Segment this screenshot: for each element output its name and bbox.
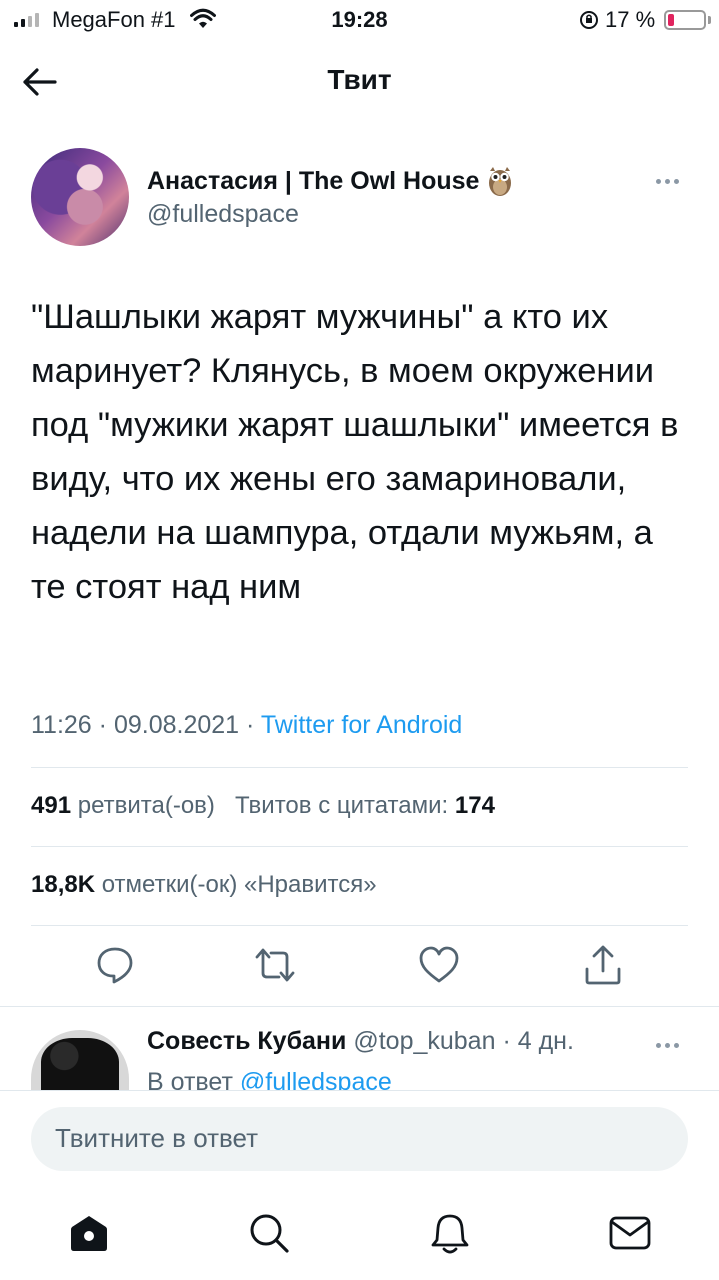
likes-stats-row[interactable]: 18,8K отметки(-ок) «Нравится» xyxy=(31,871,377,899)
share-button[interactable] xyxy=(578,940,628,990)
page-title: Твит xyxy=(327,64,392,95)
tab-notifications[interactable] xyxy=(427,1210,473,1256)
like-icon xyxy=(419,946,459,983)
owl-icon xyxy=(487,165,513,197)
battery-cap xyxy=(708,16,711,24)
messages-icon xyxy=(609,1216,651,1250)
more-options-button[interactable] xyxy=(656,176,686,186)
retweet-icon xyxy=(255,948,295,982)
dot xyxy=(665,178,670,184)
tab-bar xyxy=(0,1182,719,1280)
tweet-time: 11:26 xyxy=(31,711,92,739)
retweet-button[interactable] xyxy=(250,940,300,990)
divider xyxy=(0,1006,719,1007)
page-header: Твит xyxy=(0,40,719,122)
divider xyxy=(31,925,688,926)
reply-to-mention[interactable]: @fulledspace xyxy=(240,1068,392,1090)
orientation-lock-icon xyxy=(578,9,600,36)
likes-label: отметки(-ок) «Нравится» xyxy=(101,871,377,898)
retweets-label: ретвита(-ов) xyxy=(77,792,215,819)
avatar[interactable] xyxy=(31,148,129,246)
separator: · xyxy=(98,711,107,739)
like-button[interactable] xyxy=(414,940,464,990)
divider xyxy=(31,767,688,768)
tweet-source-link[interactable]: Twitter for Android xyxy=(261,711,462,739)
battery-percent: 17 % xyxy=(605,7,656,32)
home-icon xyxy=(71,1216,107,1251)
tweet-timestamp-row: 11:26 · 09.08.2021 · Twitter for Android xyxy=(31,711,462,740)
dot xyxy=(656,1042,661,1048)
reply-more-options-button[interactable] xyxy=(656,1040,686,1050)
separator: · xyxy=(502,1027,511,1055)
reply-age: 4 дн. xyxy=(517,1027,574,1055)
retweets-count: 491 xyxy=(31,792,72,819)
dot xyxy=(656,178,661,184)
tweet-date: 09.08.2021 xyxy=(113,711,240,739)
dot xyxy=(674,178,679,184)
reply-author-handle: @top_kuban xyxy=(353,1027,496,1055)
quotes-label: Твитов с цитатами: xyxy=(234,792,449,819)
share-icon xyxy=(585,945,621,985)
likes-count: 18,8K xyxy=(31,871,96,898)
retweets-link[interactable]: 491 ретвита(-ов) xyxy=(31,792,215,819)
avatar-image xyxy=(41,1038,119,1090)
reply-button[interactable] xyxy=(90,940,140,990)
author-handle[interactable]: @fulledspace xyxy=(147,200,299,229)
reply-avatar[interactable] xyxy=(31,1030,129,1090)
tweet-text: "Шашлыки жарят мужчины" а кто их маринуе… xyxy=(31,298,679,606)
reply-to-line: В ответ @fulledspace xyxy=(147,1064,647,1090)
battery-level xyxy=(668,14,674,26)
quotes-count: 174 xyxy=(454,792,495,819)
author-name: Анастасия | The Owl House xyxy=(147,166,480,195)
reply-input[interactable]: Твитните в ответ xyxy=(31,1107,688,1171)
battery-icon xyxy=(664,10,706,30)
dot xyxy=(674,1042,679,1048)
tab-home[interactable] xyxy=(66,1210,112,1256)
separator: · xyxy=(246,711,255,739)
dot xyxy=(665,1042,670,1048)
author-name-row[interactable]: Анастасия | The Owl House xyxy=(147,165,513,197)
tab-messages[interactable] xyxy=(607,1210,653,1256)
reply-to-label: В ответ xyxy=(147,1068,233,1090)
reply-header[interactable]: Совесть Кубани @top_kuban · 4 дн. xyxy=(147,1027,574,1056)
status-bar: MegaFon #1 19:28 17 % xyxy=(0,0,719,40)
tweet-actions xyxy=(0,940,719,994)
compose-bar: Твитните в ответ xyxy=(0,1090,719,1182)
divider xyxy=(31,846,688,847)
quotes-link[interactable]: Твитов с цитатами: 174 xyxy=(235,792,495,819)
tab-search[interactable] xyxy=(246,1210,292,1256)
notifications-icon xyxy=(431,1214,469,1254)
retweet-stats-row: 491 ретвита(-ов) Твитов с цитатами: 174 xyxy=(31,792,495,820)
reply-icon xyxy=(97,947,133,984)
search-icon xyxy=(250,1214,289,1253)
reply-author-name: Совесть Кубани xyxy=(147,1027,347,1055)
